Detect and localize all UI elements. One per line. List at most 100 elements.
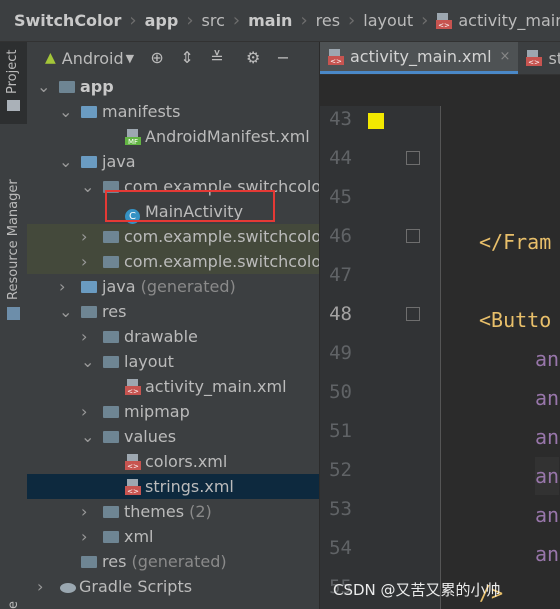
tree-item[interactable]: › java (generated) <box>27 274 319 299</box>
project-toolbar: ▲ Android ▼ ⊕ ⇕ ≚ ⚙ − <box>27 42 319 74</box>
code-line[interactable]: <Butto <box>479 301 551 339</box>
code-line[interactable]: </Fram <box>479 223 551 261</box>
collapse-all-icon[interactable]: ≚ <box>206 47 228 69</box>
breadcrumb-item[interactable]: activity_main.xml <box>458 11 560 30</box>
bookmark-marker[interactable] <box>368 113 384 129</box>
tree-item-label: xml <box>124 527 154 546</box>
tree-item-label: app <box>80 77 114 96</box>
tree-item[interactable]: ⌄ java <box>27 149 319 174</box>
code-line[interactable]: an <box>535 535 559 573</box>
line-number: 49 <box>329 342 352 364</box>
code-line[interactable]: an <box>535 496 559 534</box>
highlight-box <box>105 190 275 222</box>
module-folder-icon <box>59 81 75 93</box>
tree-item[interactable]: ⌄ manifests <box>27 99 319 124</box>
fold-marker[interactable] <box>406 151 420 165</box>
tree-item[interactable]: <> colors.xml <box>27 449 319 474</box>
breadcrumb-item[interactable]: SwitchColor <box>14 11 121 30</box>
folder-icon <box>81 156 97 168</box>
tree-item-suffix: (generated) <box>126 552 227 571</box>
chevron-down-icon[interactable]: ⌄ <box>59 149 72 174</box>
resource-manager-tab[interactable]: Resource Manager <box>6 179 21 300</box>
chevron-down-icon[interactable]: ⌄ <box>59 299 72 324</box>
gear-icon[interactable]: ⚙ <box>242 47 264 69</box>
tree-item-label: manifests <box>102 102 181 121</box>
fold-marker[interactable] <box>406 307 420 321</box>
breadcrumb-separator: › <box>186 10 194 31</box>
tree-item[interactable]: › themes (2) <box>27 499 319 524</box>
tool-window-strip: Project Resource Manager e <box>0 42 28 609</box>
chevron-down-icon[interactable]: ⌄ <box>59 99 72 124</box>
chevron-down-icon[interactable]: ⌄ <box>81 349 94 374</box>
tree-item[interactable]: ⌄ layout <box>27 349 319 374</box>
project-tab-label: Project <box>5 49 20 94</box>
line-number: 48 <box>329 303 352 325</box>
folder-icon <box>81 556 97 568</box>
chevron-right-icon[interactable]: › <box>81 249 93 274</box>
tree-item[interactable]: ⌄ res <box>27 299 319 324</box>
breadcrumb-item[interactable]: app <box>145 11 179 30</box>
breadcrumb-item[interactable]: main <box>248 11 292 30</box>
tree-item-label: mipmap <box>124 402 190 421</box>
minimize-icon[interactable]: − <box>272 47 294 69</box>
breadcrumb-item[interactable]: layout <box>363 11 413 30</box>
chevron-down-icon[interactable]: ⌄ <box>81 174 94 199</box>
xml-file-icon: <> <box>328 48 344 65</box>
chevron-right-icon[interactable]: › <box>81 499 93 524</box>
folder-icon <box>7 100 20 111</box>
tree-item-label: java <box>102 152 136 171</box>
chevron-down-icon[interactable]: ⌄ <box>81 424 94 449</box>
tree-item[interactable]: › drawable <box>27 324 319 349</box>
editor-tabs: <> activity_main.xml × <> str <box>320 42 560 75</box>
folder-icon <box>103 331 119 343</box>
tree-item[interactable]: › mipmap <box>27 399 319 424</box>
svg-text:<>: <> <box>127 488 139 496</box>
chevron-right-icon[interactable]: › <box>81 324 93 349</box>
folder-icon <box>81 106 97 118</box>
breadcrumb-separator: › <box>232 10 241 31</box>
editor-tab-label: str <box>548 48 560 68</box>
tree-item[interactable]: ⌄ app <box>27 74 319 99</box>
tree-item-label: layout <box>124 352 174 371</box>
breadcrumb-separator: › <box>421 10 429 31</box>
code-text: an <box>535 347 560 371</box>
chevron-right-icon[interactable]: › <box>59 274 71 299</box>
tree-item[interactable]: MF AndroidManifest.xml <box>27 124 319 149</box>
code-line[interactable]: an <box>535 340 559 378</box>
chevron-right-icon[interactable]: › <box>37 574 49 599</box>
line-number: 47 <box>329 264 352 286</box>
code-text: <Butto <box>479 308 552 332</box>
fold-marker[interactable] <box>406 229 420 243</box>
folder-icon <box>103 531 119 543</box>
chevron-right-icon[interactable]: › <box>81 524 93 549</box>
svg-text:<>: <> <box>127 388 139 396</box>
editor-tab[interactable]: <> activity_main.xml × <box>320 42 519 74</box>
tree-item[interactable]: <> strings.xml <box>27 474 319 499</box>
tree-item[interactable]: › com.example.switchcolor ( <box>27 224 319 249</box>
folder-icon <box>103 256 119 268</box>
project-tool-tab[interactable]: Project <box>0 42 27 124</box>
chevron-right-icon[interactable]: › <box>81 399 93 424</box>
breadcrumb-item[interactable]: res <box>316 11 340 30</box>
tree-item[interactable]: › xml <box>27 524 319 549</box>
tree-item[interactable]: <> activity_main.xml <box>27 374 319 399</box>
code-area[interactable]: </Fram <Butto an an an an an an/> <box>441 106 560 609</box>
chevron-right-icon[interactable]: › <box>81 224 93 249</box>
bottom-tab-fragment[interactable]: e <box>6 601 21 609</box>
breadcrumb-item[interactable]: src <box>202 11 225 30</box>
expand-all-icon[interactable]: ⇕ <box>176 47 198 69</box>
chevron-down-icon[interactable]: ⌄ <box>37 74 50 99</box>
chevron-down-icon[interactable]: ▼ <box>126 52 134 65</box>
editor-tab[interactable]: <> str <box>518 42 560 74</box>
close-icon[interactable]: × <box>500 49 511 64</box>
code-line[interactable]: an <box>535 457 560 495</box>
locate-icon[interactable]: ⊕ <box>146 47 168 69</box>
tree-item[interactable]: › Gradle Scripts <box>27 574 319 599</box>
code-line[interactable]: an <box>535 418 559 456</box>
tree-item[interactable]: › com.example.switchcolor ( <box>27 249 319 274</box>
code-line[interactable]: an <box>535 379 559 417</box>
tree-item[interactable]: ⌄ values <box>27 424 319 449</box>
view-mode-select[interactable]: Android <box>62 49 124 68</box>
tree-item-label: res <box>102 302 127 321</box>
tree-item[interactable]: res (generated) <box>27 549 319 574</box>
